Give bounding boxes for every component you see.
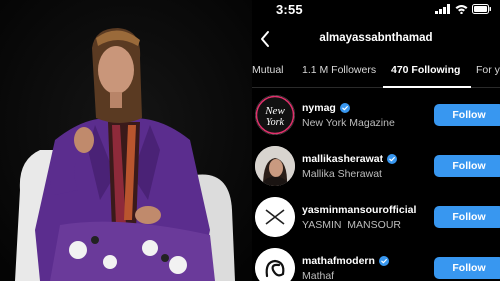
account-handle[interactable]: nymag [302, 102, 336, 114]
mathaf-logo-icon [255, 248, 295, 281]
tab-following[interactable]: 470 Following [391, 64, 460, 76]
battery-icon [472, 4, 491, 14]
relationship-tabs: Mutual 1.1 M Followers 470 Following For… [252, 58, 500, 88]
profile-photo-icon [255, 146, 295, 186]
tab-for-you[interactable]: For y [476, 64, 500, 76]
instagram-screen: 3:55 almayassabnthamad Mutual 1.1 M Foll… [252, 0, 500, 281]
status-time: 3:55 [276, 2, 303, 17]
handle-line: yasminmansourofficial [302, 204, 416, 216]
nymag-logo-icon: New York [255, 95, 295, 135]
follow-button[interactable]: Follow [434, 155, 500, 177]
handle-line: mallikasherawat [302, 153, 398, 165]
account-name: YASMIN MANSOUR [302, 219, 401, 231]
wifi-icon [455, 5, 468, 14]
avatar[interactable]: New York [255, 95, 295, 135]
tab-followers[interactable]: 1.1 M Followers [302, 64, 376, 76]
list-item[interactable]: mathafmodern Mathaf Follow [252, 245, 500, 281]
profile-header: almayassabnthamad [252, 26, 500, 54]
follow-button[interactable]: Follow [434, 206, 500, 228]
list-item[interactable]: yasminmansourofficial YASMIN MANSOUR Fol… [252, 194, 500, 240]
follow-button[interactable]: Follow [434, 104, 500, 126]
verified-badge-icon [378, 256, 389, 266]
speaker-illustration [0, 0, 252, 281]
account-handle[interactable]: mallikasherawat [302, 153, 383, 165]
avatar[interactable] [255, 197, 295, 237]
account-handle[interactable]: yasminmansourofficial [302, 204, 416, 216]
follow-button[interactable]: Follow [434, 257, 500, 279]
verified-badge-icon [387, 154, 398, 164]
account-name: New York Magazine [302, 117, 395, 129]
tab-mutual[interactable]: Mutual [252, 64, 284, 76]
profile-username: almayassabnthamad [319, 32, 433, 44]
avatar[interactable] [255, 146, 295, 186]
handle-line: mathafmodern [302, 255, 389, 267]
account-name: Mallika Sherawat [302, 168, 382, 180]
svg-text:New: New [264, 105, 285, 117]
account-name: Mathaf [302, 270, 335, 281]
verified-badge-icon [339, 103, 350, 113]
handle-line: nymag [302, 102, 350, 114]
avatar[interactable] [255, 248, 295, 281]
status-icons [435, 4, 492, 14]
speaker-photo [0, 0, 252, 281]
list-item[interactable]: mallikasherawat Mallika Sherawat Follow [252, 143, 500, 189]
list-item[interactable]: New York nymag New York Magazine Follow [252, 92, 500, 138]
active-tab-indicator [383, 86, 471, 88]
account-handle[interactable]: mathafmodern [302, 255, 375, 267]
cellular-signal-icon [435, 4, 450, 14]
status-bar: 3:55 [252, 0, 500, 20]
yasmin-mansour-logo-icon [255, 197, 295, 237]
svg-text:York: York [266, 117, 285, 128]
